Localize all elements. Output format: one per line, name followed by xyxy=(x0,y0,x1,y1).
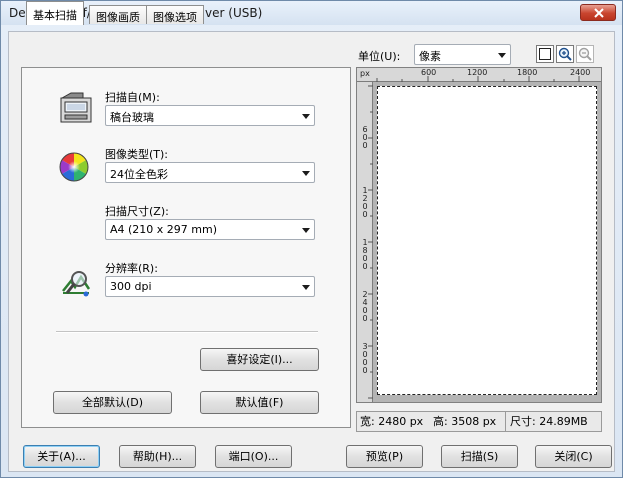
scan-from-select[interactable]: 稿台玻璃 xyxy=(105,105,315,126)
chevron-down-icon xyxy=(302,228,310,233)
defaults-button[interactable]: 默认值(F) xyxy=(200,391,319,414)
resolution-select[interactable]: 300 dpi xyxy=(105,276,315,297)
tab-image-quality[interactable]: 图像画质 xyxy=(89,5,147,24)
dialog-window: Dell C1765nf/nfw MFP TWAIN Driver (USB) … xyxy=(0,0,623,478)
ruler-ticks-horizontal xyxy=(376,76,580,82)
select-all-button[interactable] xyxy=(536,45,554,63)
all-defaults-button[interactable]: 全部默认(D) xyxy=(53,391,172,414)
scan-page-preview[interactable] xyxy=(377,86,597,395)
preview-area[interactable]: px 600 1200 1800 2400 600 1200 1800 2400… xyxy=(356,67,602,403)
status-height: 高: 3508 px xyxy=(433,415,497,428)
image-type-label: 图像类型(T): xyxy=(105,148,169,161)
preview-button[interactable]: 预览(P) xyxy=(346,445,423,468)
unit-label: 单位(U): xyxy=(358,50,401,63)
unit-value: 像素 xyxy=(419,50,441,63)
resolution-value: 300 dpi xyxy=(110,280,152,293)
tab-basic-scan[interactable]: 基本扫描 xyxy=(26,1,84,25)
status-bar: 宽: 2480 px 高: 3508 px 尺寸: 24.89MB xyxy=(356,411,602,432)
select-all-icon xyxy=(539,48,551,60)
status-divider xyxy=(505,412,506,431)
chevron-down-icon xyxy=(302,114,310,119)
zoom-in-icon xyxy=(558,47,572,61)
help-button[interactable]: 帮助(H)... xyxy=(119,445,196,468)
zoom-in-button[interactable] xyxy=(556,45,574,63)
ruler-ticks-vertical xyxy=(368,85,373,399)
zoom-out-icon xyxy=(578,47,592,61)
chevron-down-icon xyxy=(302,285,310,290)
close-button[interactable]: 关闭(C) xyxy=(535,445,612,468)
ruler-horizontal: px 600 1200 1800 2400 xyxy=(357,68,601,82)
panel-divider xyxy=(56,331,318,333)
image-type-select[interactable]: 24位全色彩 xyxy=(105,162,315,183)
color-wheel-icon xyxy=(58,151,90,186)
about-button[interactable]: 关于(A)... xyxy=(23,445,100,468)
scan-from-value: 稿台玻璃 xyxy=(110,111,154,124)
scan-button[interactable]: 扫描(S) xyxy=(441,445,518,468)
magnifier-resolution-icon xyxy=(61,269,91,300)
image-type-value: 24位全色彩 xyxy=(110,168,168,181)
ruler-vertical: 600 1200 1800 2400 3000 xyxy=(357,82,373,402)
status-width: 宽: 2480 px xyxy=(360,415,424,428)
unit-select[interactable]: 像素 xyxy=(414,44,511,65)
scan-size-value: A4 (210 x 297 mm) xyxy=(110,223,218,236)
resolution-label: 分辨率(R): xyxy=(105,262,158,275)
scanner-icon xyxy=(59,92,93,127)
status-size: 尺寸: 24.89MB xyxy=(510,415,588,428)
scan-size-label: 扫描尺寸(Z): xyxy=(105,205,169,218)
tab-image-options[interactable]: 图像选项 xyxy=(146,5,204,24)
scan-size-select[interactable]: A4 (210 x 297 mm) xyxy=(105,219,315,240)
scan-from-label: 扫描自(M): xyxy=(105,91,160,104)
chevron-down-icon xyxy=(498,53,506,58)
close-icon xyxy=(594,8,604,18)
preferences-button[interactable]: 喜好设定(I)... xyxy=(200,348,319,371)
close-window-button[interactable] xyxy=(580,4,616,21)
chevron-down-icon xyxy=(302,171,310,176)
zoom-out-button[interactable] xyxy=(576,45,594,63)
port-button[interactable]: 端口(O)... xyxy=(215,445,292,468)
